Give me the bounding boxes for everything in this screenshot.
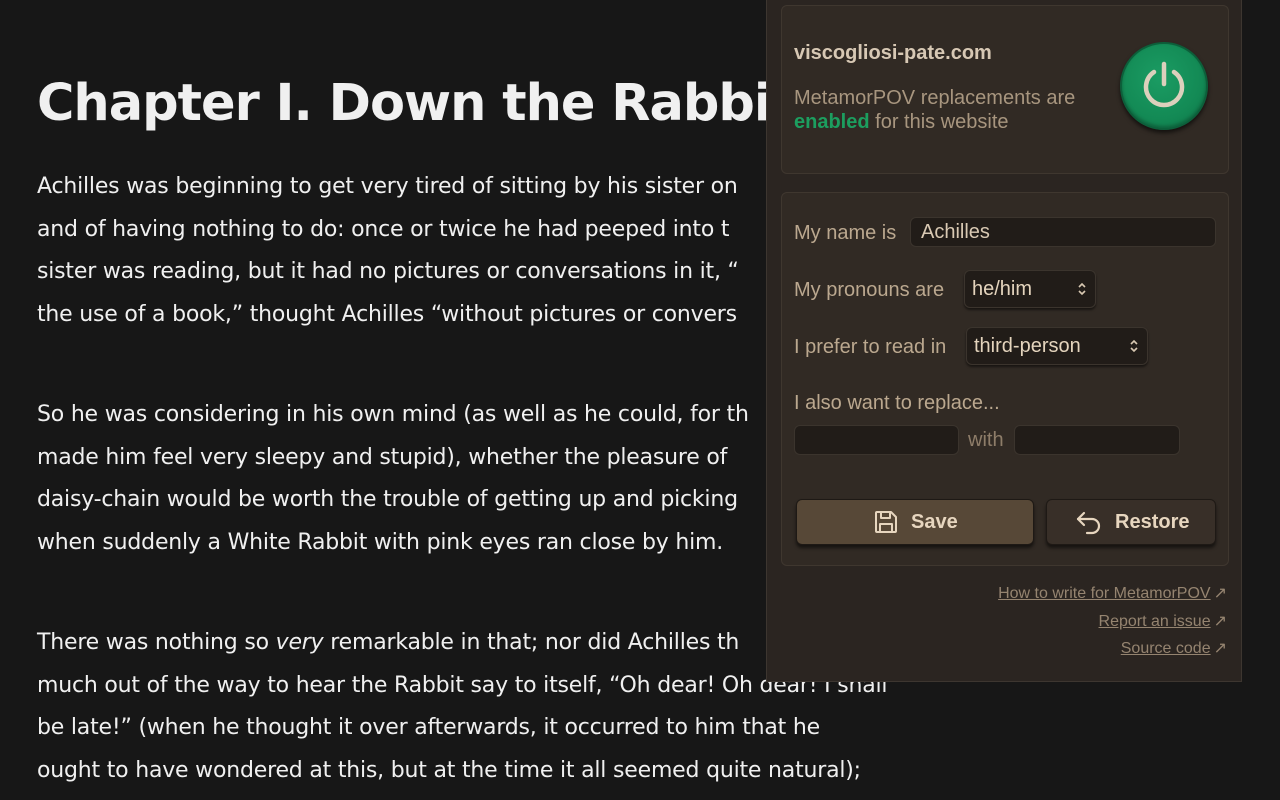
status-text: MetamorPOV replacements are enabled for … bbox=[794, 86, 1114, 134]
pronouns-value: he/him bbox=[972, 278, 1033, 300]
pov-select[interactable]: third-person bbox=[966, 327, 1148, 365]
extension-popup: viscogliosi-pate.com MetamorPOV replacem… bbox=[766, 0, 1242, 682]
power-icon bbox=[1143, 61, 1185, 108]
pronouns-label: My pronouns are bbox=[794, 279, 945, 301]
settings-card: My name is Achilles My pronouns are he/h… bbox=[781, 192, 1229, 566]
replace-from-input[interactable] bbox=[794, 425, 959, 455]
emphasis: very bbox=[275, 630, 324, 655]
restore-label: Restore bbox=[1115, 511, 1190, 533]
external-link-icon: ↗ bbox=[1213, 613, 1227, 630]
external-link-icon: ↗ bbox=[1213, 585, 1227, 602]
with-label: with bbox=[968, 429, 1004, 451]
pov-value: third-person bbox=[974, 335, 1081, 357]
restore-button[interactable]: Restore bbox=[1046, 499, 1216, 545]
replace-label: I also want to replace... bbox=[794, 392, 1000, 414]
undo-icon bbox=[1076, 511, 1101, 535]
replace-to-input[interactable] bbox=[1014, 425, 1180, 455]
status-prefix: MetamorPOV replacements are bbox=[794, 87, 1076, 109]
paragraph-line: ought to have wondered at this, but at t… bbox=[37, 757, 861, 783]
name-input[interactable]: Achilles bbox=[910, 217, 1216, 247]
report-issue-link[interactable]: Report an issue ↗ bbox=[1099, 611, 1227, 631]
name-label: My name is bbox=[794, 222, 897, 244]
write-guide-link[interactable]: How to write for MetamorPOV ↗ bbox=[998, 583, 1227, 603]
site-status-card: viscogliosi-pate.com MetamorPOV replacem… bbox=[781, 5, 1229, 174]
paragraph-line: be late!” (when he thought it over after… bbox=[37, 715, 820, 740]
chevron-updown-icon bbox=[1130, 339, 1138, 353]
source-code-link[interactable]: Source code ↗ bbox=[1121, 638, 1227, 658]
status-suffix: for this website bbox=[869, 111, 1009, 133]
link-text: How to write for MetamorPOV bbox=[998, 585, 1211, 602]
chapter-title: Chapter I. Down the Rabbit-H bbox=[37, 74, 857, 133]
save-button[interactable]: Save bbox=[796, 499, 1034, 545]
status-enabled: enabled bbox=[794, 111, 870, 133]
pov-label: I prefer to read in bbox=[794, 336, 947, 358]
text-run: There was nothing so bbox=[37, 630, 276, 655]
save-label: Save bbox=[911, 511, 958, 533]
external-link-icon: ↗ bbox=[1213, 640, 1227, 657]
text-run: remarkable in that; nor did Achilles th bbox=[323, 630, 740, 655]
site-domain: viscogliosi-pate.com bbox=[794, 42, 992, 64]
save-icon bbox=[875, 511, 897, 533]
chevron-updown-icon bbox=[1078, 282, 1086, 296]
pronouns-select[interactable]: he/him bbox=[964, 270, 1096, 308]
power-toggle-button[interactable] bbox=[1120, 42, 1208, 130]
link-text: Source code bbox=[1120, 640, 1211, 657]
link-text: Report an issue bbox=[1098, 613, 1211, 630]
